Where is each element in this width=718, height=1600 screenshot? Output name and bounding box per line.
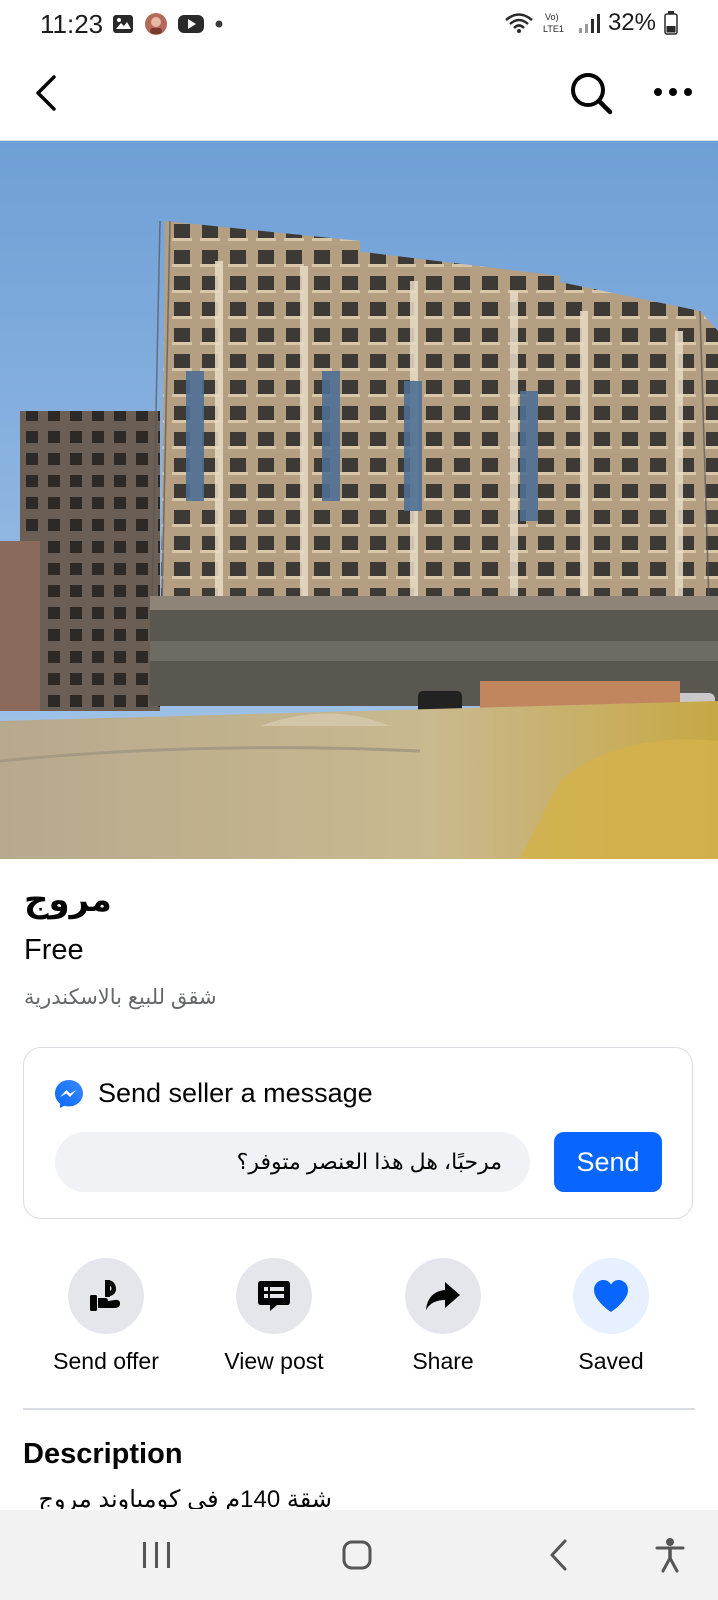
- top-app-bar: [0, 50, 718, 141]
- svg-text:Vo): Vo): [545, 12, 559, 22]
- more-horizontal-icon: [654, 88, 692, 96]
- recent-apps-button[interactable]: [127, 1530, 187, 1580]
- listing-title: مروج: [24, 881, 112, 919]
- listing-photo[interactable]: [0, 141, 718, 859]
- notification-icons: [112, 12, 224, 36]
- recent-apps-icon: [143, 1542, 170, 1568]
- send-offer-button[interactable]: [68, 1258, 144, 1334]
- share-button[interactable]: [405, 1258, 481, 1334]
- youtube-icon: [178, 15, 204, 33]
- avatar-notification-icon: [145, 13, 167, 35]
- send-button[interactable]: Send: [554, 1132, 662, 1192]
- action-row: Send offer View post Share Saved: [0, 1258, 718, 1378]
- signal-icon: [578, 14, 600, 33]
- saved-action[interactable]: Saved: [536, 1258, 686, 1375]
- share-label: Share: [412, 1348, 474, 1374]
- message-input[interactable]: [55, 1132, 530, 1192]
- chevron-left-icon: [36, 75, 56, 111]
- building-photo: [0, 141, 718, 859]
- section-divider: [23, 1408, 695, 1410]
- saved-button[interactable]: [573, 1258, 649, 1334]
- offer-hand-icon: [90, 1280, 120, 1311]
- status-bar: 11:23 Vo) LTE1 32%: [0, 0, 718, 50]
- dot-icon: [215, 20, 223, 28]
- send-offer-label: Send offer: [53, 1348, 159, 1374]
- home-button[interactable]: [327, 1530, 387, 1580]
- listing-price: Free: [24, 934, 84, 966]
- nav-back-icon: [550, 1539, 567, 1571]
- description-body: شقة 140م في كومباوند مروج: [38, 1487, 332, 1509]
- volte-icon: Vo) LTE1: [543, 12, 564, 34]
- description-text: شقة 140م في كومباوند مروج: [0, 1487, 332, 1509]
- accessibility-icon: [655, 1538, 685, 1573]
- view-post-label: View post: [224, 1348, 324, 1374]
- back-button[interactable]: [24, 70, 70, 116]
- message-card-title: Send seller a message: [98, 1078, 373, 1108]
- gallery-icon: [113, 15, 133, 33]
- send-message-card: Send seller a message Send: [23, 1047, 693, 1219]
- send-offer-action[interactable]: Send offer: [31, 1258, 181, 1375]
- message-card-header: Send seller a message: [54, 1078, 373, 1109]
- home-icon: [342, 1540, 372, 1570]
- more-options-button[interactable]: [648, 72, 698, 112]
- wifi-icon: [505, 13, 533, 33]
- battery-percent: 32%: [607, 9, 656, 36]
- view-post-action[interactable]: View post: [199, 1258, 349, 1375]
- nav-back-button[interactable]: [529, 1530, 589, 1580]
- battery-icon: [664, 11, 678, 35]
- status-right: Vo) LTE1 32%: [504, 9, 678, 37]
- search-button[interactable]: [566, 68, 616, 118]
- post-icon: [258, 1281, 290, 1311]
- description-heading: Description: [23, 1438, 183, 1470]
- saved-label: Saved: [578, 1348, 644, 1374]
- share-arrow-icon: [426, 1282, 460, 1310]
- share-action[interactable]: Share: [368, 1258, 518, 1375]
- listing-location: شقق للبيع بالاسكندرية: [24, 986, 217, 1009]
- search-icon: [571, 73, 613, 115]
- status-time: 11:23: [40, 9, 104, 39]
- messenger-icon: [55, 1079, 83, 1108]
- heart-icon: [594, 1280, 628, 1312]
- system-nav-bar: [0, 1510, 718, 1600]
- accessibility-button[interactable]: [640, 1530, 700, 1580]
- view-post-button[interactable]: [236, 1258, 312, 1334]
- svg-text:LTE1: LTE1: [543, 24, 564, 34]
